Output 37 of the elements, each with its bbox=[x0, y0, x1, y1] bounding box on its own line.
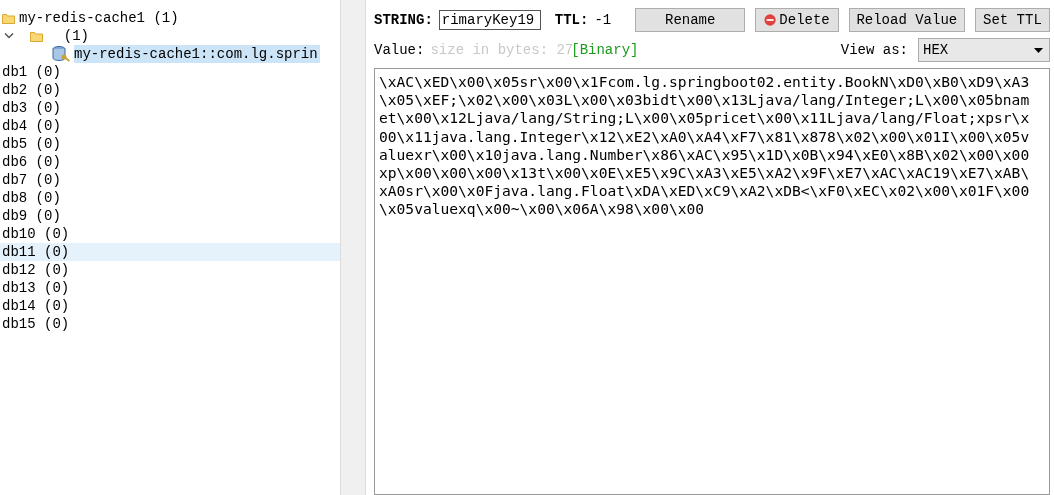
value-text-area[interactable]: \xAC\xED\x00\x05sr\x00\x1Fcom.lg.springboot02.entity.BookN\xD0\xB0\xD9\xA3 \x05\xEF;\x02\x00\x03L\x00\x03bidt\x00\x13Ljava/lang/Integer;L\x00\x05bnam et\x00\x12Ljava/lang/String;L\x00\x05pricet\x00\x11Ljava/lang/Float;xpsr\x 00\x11java.lang.Integer\x12\xE2\xA0\xA4\xF7\x81\x878\x02\x00\x01I\x00\x05v aluexr\x00\x10java.lang.Number\x86\xAC\x95\x1D\x0B\x94\xE0\x8B\x02\x00\x00 xp\x00\x00\x00\x13t\x00\x0E\xE5\x9C\xA3\xE5\xA2\x9F\xE7\xAC\xAC19\xE7\xAB\ xA0sr\x00\x0Fjava.lang.Float\xDA\xED\xC9\xA2\xDB<\xF0\xEC\x02\x00\x01F\x00 \x05valuexq\x00~\x00\x06A\x98\x00\x00 bbox=[374, 68, 1050, 495]
tree-item[interactable]: my-redis-cache1 (1) bbox=[19, 9, 179, 27]
tree-item[interactable]: db15 (0) bbox=[0, 315, 340, 333]
key-name-field[interactable]: rimaryKey19 bbox=[438, 10, 541, 30]
tree-item[interactable]: db9 (0) bbox=[0, 207, 340, 225]
ttl-value: -1 bbox=[594, 12, 612, 28]
action-button[interactable]: Rename bbox=[635, 8, 746, 32]
delete-button[interactable]: Delete bbox=[755, 8, 839, 32]
chevron-down-icon[interactable] bbox=[4, 32, 14, 40]
tree-item[interactable]: db14 (0) bbox=[0, 297, 340, 315]
tree-item[interactable]: db13 (0) bbox=[0, 279, 340, 297]
type-label: STRING: bbox=[374, 12, 433, 28]
tree-item[interactable]: (1) bbox=[47, 27, 89, 45]
folder-icon bbox=[30, 30, 43, 42]
format-tag: [Binary] bbox=[571, 42, 639, 58]
tree-item[interactable]: db7 (0) bbox=[0, 171, 340, 189]
view-as-dropdown[interactable]: HEX bbox=[918, 38, 1050, 62]
action-button[interactable]: Set TTL bbox=[974, 8, 1050, 32]
tree-item[interactable]: db6 (0) bbox=[0, 153, 340, 171]
ttl-label: TTL: bbox=[554, 12, 589, 28]
action-button[interactable]: Reload Value bbox=[848, 8, 965, 32]
tree-item[interactable]: db1 (0) bbox=[0, 63, 340, 81]
folder-icon bbox=[2, 12, 15, 24]
tree-item[interactable]: db5 (0) bbox=[0, 135, 340, 153]
tree-item[interactable]: db12 (0) bbox=[0, 261, 340, 279]
tree-item[interactable]: db8 (0) bbox=[0, 189, 340, 207]
value-label: Value: bbox=[374, 42, 425, 58]
tree-item[interactable]: db2 (0) bbox=[0, 81, 340, 99]
delete-icon bbox=[764, 13, 777, 27]
caret-icon bbox=[1034, 47, 1043, 53]
tree-item[interactable]: db10 (0) bbox=[0, 225, 340, 243]
tree-item[interactable]: db4 (0) bbox=[0, 117, 340, 135]
tree-item[interactable]: db3 (0) bbox=[0, 99, 340, 117]
view-as-label: View as: bbox=[840, 42, 908, 58]
tree-item[interactable]: my-redis-cache1::com.lg.sprin bbox=[74, 45, 320, 63]
database-key-icon bbox=[52, 46, 70, 62]
tree-item[interactable]: db11 (0) bbox=[0, 243, 340, 261]
